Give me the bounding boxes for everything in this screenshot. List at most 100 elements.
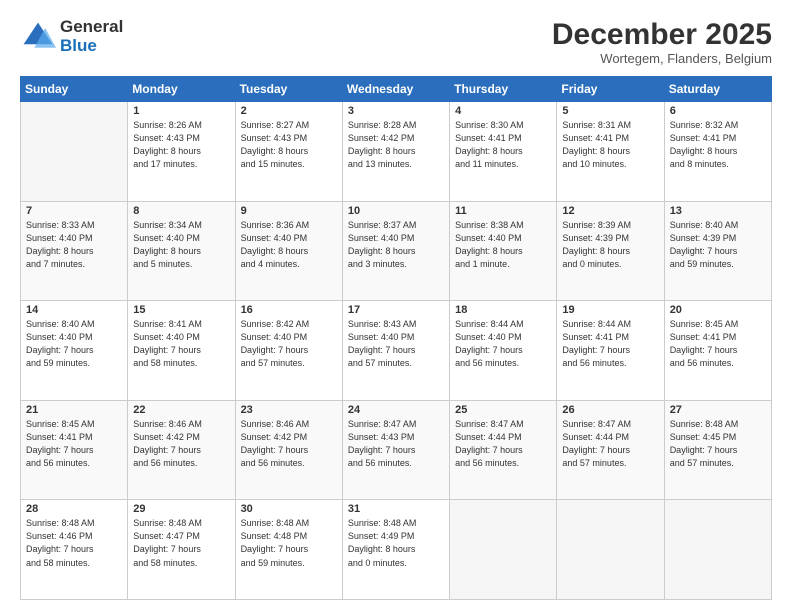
day-number: 16 bbox=[241, 304, 337, 316]
day-info: Sunrise: 8:40 AM Sunset: 4:39 PM Dayligh… bbox=[670, 219, 766, 271]
day-info: Sunrise: 8:40 AM Sunset: 4:40 PM Dayligh… bbox=[26, 318, 122, 370]
table-row: 22 Sunrise: 8:46 AM Sunset: 4:42 PM Dayli… bbox=[128, 400, 235, 500]
table-row: 23 Sunrise: 8:46 AM Sunset: 4:42 PM Dayli… bbox=[235, 400, 342, 500]
table-row: 26 Sunrise: 8:47 AM Sunset: 4:44 PM Dayli… bbox=[557, 400, 664, 500]
day-info: Sunrise: 8:26 AM Sunset: 4:43 PM Dayligh… bbox=[133, 119, 229, 171]
day-info: Sunrise: 8:48 AM Sunset: 4:49 PM Dayligh… bbox=[348, 517, 444, 569]
table-row: 28 Sunrise: 8:48 AM Sunset: 4:46 PM Dayli… bbox=[21, 500, 128, 600]
day-info: Sunrise: 8:41 AM Sunset: 4:40 PM Dayligh… bbox=[133, 318, 229, 370]
weekday-tuesday: Tuesday bbox=[235, 77, 342, 102]
day-info: Sunrise: 8:45 AM Sunset: 4:41 PM Dayligh… bbox=[26, 418, 122, 470]
day-info: Sunrise: 8:47 AM Sunset: 4:44 PM Dayligh… bbox=[562, 418, 658, 470]
table-row: 10 Sunrise: 8:37 AM Sunset: 4:40 PM Dayli… bbox=[342, 201, 449, 301]
weekday-monday: Monday bbox=[128, 77, 235, 102]
day-number: 28 bbox=[26, 503, 122, 515]
day-info: Sunrise: 8:47 AM Sunset: 4:44 PM Dayligh… bbox=[455, 418, 551, 470]
day-info: Sunrise: 8:47 AM Sunset: 4:43 PM Dayligh… bbox=[348, 418, 444, 470]
title-block: December 2025 Wortegem, Flanders, Belgiu… bbox=[552, 18, 772, 66]
table-row: 2 Sunrise: 8:27 AM Sunset: 4:43 PM Daylig… bbox=[235, 102, 342, 202]
day-info: Sunrise: 8:44 AM Sunset: 4:41 PM Dayligh… bbox=[562, 318, 658, 370]
table-row: 18 Sunrise: 8:44 AM Sunset: 4:40 PM Dayli… bbox=[450, 301, 557, 401]
day-number: 13 bbox=[670, 205, 766, 217]
day-info: Sunrise: 8:48 AM Sunset: 4:46 PM Dayligh… bbox=[26, 517, 122, 569]
day-info: Sunrise: 8:31 AM Sunset: 4:41 PM Dayligh… bbox=[562, 119, 658, 171]
table-row: 15Sunrise: 8:41 AM Sunset: 4:40 PM Dayli… bbox=[128, 301, 235, 401]
table-row: 27 Sunrise: 8:48 AM Sunset: 4:45 PM Dayli… bbox=[664, 400, 771, 500]
day-number: 18 bbox=[455, 304, 551, 316]
day-info: Sunrise: 8:33 AM Sunset: 4:40 PM Dayligh… bbox=[26, 219, 122, 271]
day-info: Sunrise: 8:39 AM Sunset: 4:39 PM Dayligh… bbox=[562, 219, 658, 271]
day-number: 21 bbox=[26, 404, 122, 416]
table-row: 30Sunrise: 8:48 AM Sunset: 4:48 PM Dayli… bbox=[235, 500, 342, 600]
table-row bbox=[21, 102, 128, 202]
day-number: 6 bbox=[670, 105, 766, 117]
day-info: Sunrise: 8:46 AM Sunset: 4:42 PM Dayligh… bbox=[241, 418, 337, 470]
table-row bbox=[450, 500, 557, 600]
day-number: 25 bbox=[455, 404, 551, 416]
day-number: 22 bbox=[133, 404, 229, 416]
calendar-header: Sunday Monday Tuesday Wednesday Thursday… bbox=[21, 77, 772, 102]
day-info: Sunrise: 8:48 AM Sunset: 4:45 PM Dayligh… bbox=[670, 418, 766, 470]
day-number: 2 bbox=[241, 105, 337, 117]
table-row: 20 Sunrise: 8:45 AM Sunset: 4:41 PM Dayli… bbox=[664, 301, 771, 401]
logo-text: General Blue bbox=[60, 18, 123, 55]
day-number: 5 bbox=[562, 105, 658, 117]
page: General Blue December 2025 Wortegem, Fla… bbox=[0, 0, 792, 612]
day-number: 23 bbox=[241, 404, 337, 416]
day-number: 14 bbox=[26, 304, 122, 316]
weekday-saturday: Saturday bbox=[664, 77, 771, 102]
day-number: 26 bbox=[562, 404, 658, 416]
logo-icon bbox=[20, 19, 56, 55]
day-info: Sunrise: 8:45 AM Sunset: 4:41 PM Dayligh… bbox=[670, 318, 766, 370]
table-row: 25 Sunrise: 8:47 AM Sunset: 4:44 PM Dayli… bbox=[450, 400, 557, 500]
table-row: 6Sunrise: 8:32 AM Sunset: 4:41 PM Daylig… bbox=[664, 102, 771, 202]
table-row: 3 Sunrise: 8:28 AM Sunset: 4:42 PM Daylig… bbox=[342, 102, 449, 202]
weekday-thursday: Thursday bbox=[450, 77, 557, 102]
day-number: 8 bbox=[133, 205, 229, 217]
day-info: Sunrise: 8:30 AM Sunset: 4:41 PM Dayligh… bbox=[455, 119, 551, 171]
day-info: Sunrise: 8:28 AM Sunset: 4:42 PM Dayligh… bbox=[348, 119, 444, 171]
header: General Blue December 2025 Wortegem, Fla… bbox=[20, 18, 772, 66]
day-number: 3 bbox=[348, 105, 444, 117]
day-info: Sunrise: 8:46 AM Sunset: 4:42 PM Dayligh… bbox=[133, 418, 229, 470]
day-number: 19 bbox=[562, 304, 658, 316]
subtitle: Wortegem, Flanders, Belgium bbox=[552, 51, 772, 66]
day-info: Sunrise: 8:27 AM Sunset: 4:43 PM Dayligh… bbox=[241, 119, 337, 171]
day-info: Sunrise: 8:36 AM Sunset: 4:40 PM Dayligh… bbox=[241, 219, 337, 271]
day-info: Sunrise: 8:38 AM Sunset: 4:40 PM Dayligh… bbox=[455, 219, 551, 271]
table-row: 31Sunrise: 8:48 AM Sunset: 4:49 PM Dayli… bbox=[342, 500, 449, 600]
table-row: 24 Sunrise: 8:47 AM Sunset: 4:43 PM Dayli… bbox=[342, 400, 449, 500]
day-number: 7 bbox=[26, 205, 122, 217]
day-info: Sunrise: 8:37 AM Sunset: 4:40 PM Dayligh… bbox=[348, 219, 444, 271]
table-row: 11 Sunrise: 8:38 AM Sunset: 4:40 PM Dayli… bbox=[450, 201, 557, 301]
table-row: 13 Sunrise: 8:40 AM Sunset: 4:39 PM Dayli… bbox=[664, 201, 771, 301]
weekday-friday: Friday bbox=[557, 77, 664, 102]
weekday-wednesday: Wednesday bbox=[342, 77, 449, 102]
table-row: 14 Sunrise: 8:40 AM Sunset: 4:40 PM Dayli… bbox=[21, 301, 128, 401]
day-number: 1 bbox=[133, 105, 229, 117]
month-title: December 2025 bbox=[552, 18, 772, 51]
table-row: 19 Sunrise: 8:44 AM Sunset: 4:41 PM Dayli… bbox=[557, 301, 664, 401]
weekday-sunday: Sunday bbox=[21, 77, 128, 102]
day-number: 10 bbox=[348, 205, 444, 217]
table-row: 21 Sunrise: 8:45 AM Sunset: 4:41 PM Dayli… bbox=[21, 400, 128, 500]
table-row: 29Sunrise: 8:48 AM Sunset: 4:47 PM Dayli… bbox=[128, 500, 235, 600]
day-number: 20 bbox=[670, 304, 766, 316]
table-row: 1 Sunrise: 8:26 AM Sunset: 4:43 PM Daylig… bbox=[128, 102, 235, 202]
table-row: 4 Sunrise: 8:30 AM Sunset: 4:41 PM Daylig… bbox=[450, 102, 557, 202]
table-row: 9Sunrise: 8:36 AM Sunset: 4:40 PM Daylig… bbox=[235, 201, 342, 301]
logo: General Blue bbox=[20, 18, 123, 55]
day-number: 4 bbox=[455, 105, 551, 117]
day-number: 11 bbox=[455, 205, 551, 217]
table-row: 8 Sunrise: 8:34 AM Sunset: 4:40 PM Daylig… bbox=[128, 201, 235, 301]
day-info: Sunrise: 8:43 AM Sunset: 4:40 PM Dayligh… bbox=[348, 318, 444, 370]
day-info: Sunrise: 8:42 AM Sunset: 4:40 PM Dayligh… bbox=[241, 318, 337, 370]
day-number: 27 bbox=[670, 404, 766, 416]
table-row: 17 Sunrise: 8:43 AM Sunset: 4:40 PM Dayli… bbox=[342, 301, 449, 401]
day-info: Sunrise: 8:34 AM Sunset: 4:40 PM Dayligh… bbox=[133, 219, 229, 271]
table-row: 16 Sunrise: 8:42 AM Sunset: 4:40 PM Dayli… bbox=[235, 301, 342, 401]
day-info: Sunrise: 8:44 AM Sunset: 4:40 PM Dayligh… bbox=[455, 318, 551, 370]
day-number: 17 bbox=[348, 304, 444, 316]
table-row: 7 Sunrise: 8:33 AM Sunset: 4:40 PM Daylig… bbox=[21, 201, 128, 301]
day-number: 24 bbox=[348, 404, 444, 416]
